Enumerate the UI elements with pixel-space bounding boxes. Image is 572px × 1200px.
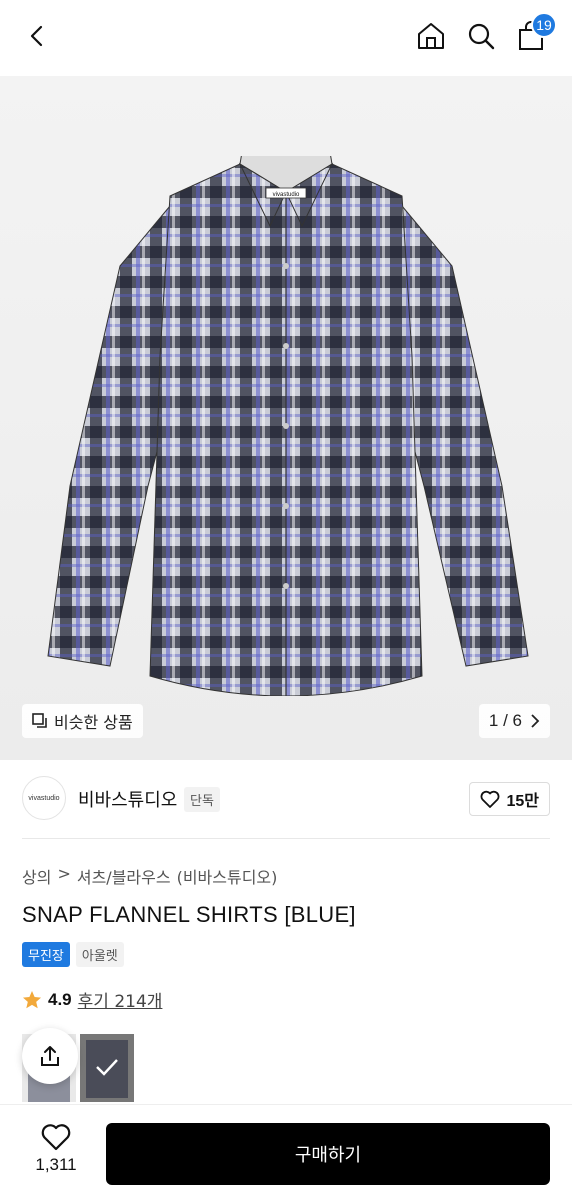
brand-row: vivastudio 비바스튜디오 단독 15만 [22,776,550,824]
exclusive-tag: 단독 [184,787,220,812]
search-icon [468,23,495,50]
rating-value: 4.9 [48,989,72,1009]
wishlist-count: 1,311 [35,1155,77,1174]
product-tags: 무진장 아울렛 [22,942,124,967]
brand-logo[interactable]: vivastudio [22,776,66,820]
tag-outlet: 아울렛 [75,942,124,967]
buy-button[interactable]: 구매하기 [106,1123,550,1185]
wishlist-button[interactable]: 1,311 [22,1123,90,1175]
brand-name[interactable]: 비바스튜디오 [78,786,177,812]
cart-count-badge: 19 [531,12,557,38]
share-icon [41,1046,59,1066]
home-button[interactable] [409,14,453,58]
top-navigation: 19 [0,0,572,76]
chevron-left-icon [30,25,43,47]
tag-mujinjang: 무진장 [22,942,70,967]
brand-like-button[interactable]: 15만 [469,782,550,816]
review-link[interactable]: 후기 214개 [78,987,163,1012]
product-image-gallery[interactable]: vivastudio 비슷한 상품 1 / 6 [0,76,572,760]
image-pager[interactable]: 1 / 6 [478,704,550,738]
share-button[interactable] [22,1028,78,1084]
product-shirt-image: vivastudio [47,156,529,696]
breadcrumb: 상의 > 셔츠/블라우스 (비바스튜디오) [22,864,277,888]
check-icon [96,1059,118,1076]
copy-icon [32,713,47,728]
breadcrumb-subcategory[interactable]: 셔츠/블라우스 [77,864,171,888]
back-button[interactable] [16,14,60,58]
breadcrumb-category[interactable]: 상의 [22,864,51,888]
search-button[interactable] [459,14,503,58]
breadcrumb-separator: > [57,864,71,883]
shirt-label: vivastudio [273,192,300,198]
breadcrumb-brand[interactable]: (비바스튜디오) [177,864,278,888]
cart-button[interactable]: 19 [509,12,557,58]
brand-like-count: 15만 [506,793,539,810]
bottom-action-bar: 1,311 구매하기 [0,1104,572,1200]
similar-products-label: 비슷한 상품 [54,713,133,732]
chevron-right-icon [531,714,540,728]
similar-products-button[interactable]: 비슷한 상품 [22,704,143,738]
page-indicator: 1 / 6 [488,711,522,730]
home-icon [418,23,444,49]
rating-row: 4.9 후기 214개 [22,987,162,1012]
heart-icon [481,790,500,808]
color-option-thumbnail-selected[interactable] [80,1034,134,1102]
divider [22,838,550,839]
brand-logo-text: vivastudio [28,794,60,802]
star-icon [23,990,41,1008]
heart-icon [41,1124,71,1151]
product-title: SNAP FLANNEL SHIRTS [BLUE] [22,902,356,927]
